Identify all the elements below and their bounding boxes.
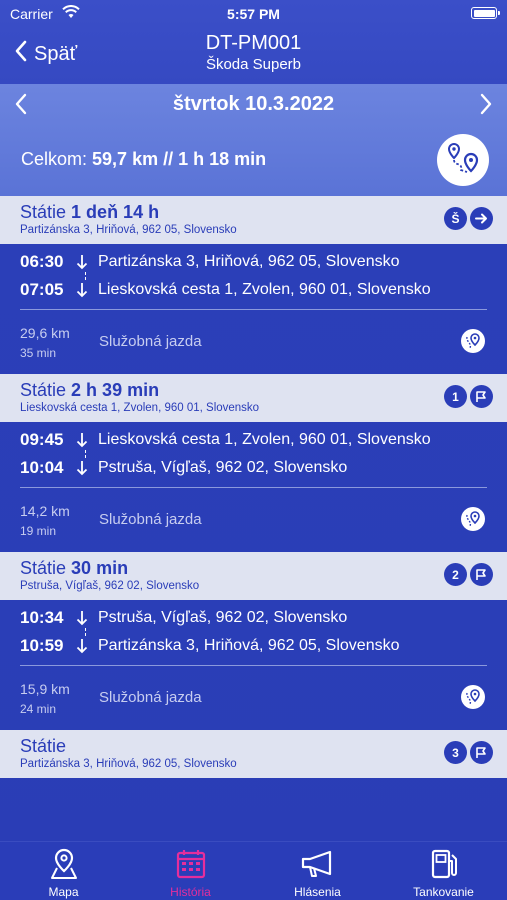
stop-duration: 30 min [71,558,129,578]
date-header: štvrtok 10.3.2022 Celkom: 59,7 km // 1 h… [0,84,507,196]
stop-address: Partizánska 3, Hriňová, 962 05, Slovensk… [20,224,237,236]
trip-start-time: 09:45 [20,430,64,449]
stop-address: Lieskovská cesta 1, Zvolen, 960 01, Slov… [20,402,260,414]
arrow-down-icon [76,282,98,298]
route-connector [85,272,86,280]
day-total: Celkom: 59,7 km // 1 h 18 min [21,149,266,170]
stop-badges: 3 [444,741,493,764]
tab-label: Mapa [48,885,79,899]
trip-distance: 14,2 km [20,503,70,519]
stop-address: Pstruša, Vígľaš, 962 02, Slovensko [20,580,200,592]
vehicle-id: DT-PM001 [205,32,302,54]
trip-map-button[interactable] [461,507,485,531]
stop-badges: 2 [444,563,493,586]
tab-bar: Mapa História Hlásenia Tankovanie [0,841,507,900]
trip-type: Služobná jazda [99,333,202,350]
total-value: 59,7 km // 1 h 18 min [92,149,267,169]
stop-number-badge: 2 [444,563,467,586]
stop-label: Státie [20,380,67,400]
total-prefix: Celkom: [21,149,88,169]
trip-start-time: 06:30 [20,252,64,271]
trip-duration: 35 min [20,346,57,360]
trip-map-button[interactable] [461,685,485,709]
tab-historia[interactable]: História [127,848,254,899]
divider [20,665,487,666]
trip-end-time: 07:05 [20,280,64,299]
trip-block[interactable]: 09:45 Lieskovská cesta 1, Zvolen, 960 01… [0,422,507,552]
arrow-down-icon [76,460,98,476]
stop-number-badge: 1 [444,385,467,408]
status-bar: Carrier 5:57 PM [0,0,507,28]
arrow-down-icon [76,432,98,448]
map-pin-icon [0,848,127,880]
trip-type: Služobná jazda [99,511,202,528]
stop-duration: 1 deň 14 h [71,202,160,222]
route-connector [85,628,86,636]
fuel-icon [380,848,507,880]
trip-end-place: Partizánska 3, Hriňová, 962 05, Slovensk… [98,637,400,654]
tab-label: Tankovanie [413,885,474,899]
trip-end-time: 10:04 [20,458,64,477]
tab-hlasenia[interactable]: Hlásenia [254,848,381,899]
start-badge: Š [444,207,467,230]
trip-start-place: Lieskovská cesta 1, Zvolen, 960 01, Slov… [98,431,431,448]
clock: 5:57 PM [227,6,280,22]
trip-duration: 24 min [20,702,57,716]
battery-icon [471,7,500,19]
app-screen: Carrier 5:57 PM Späť DT-PM001 Škoda Supe… [0,0,507,900]
trip-end-time: 10:59 [20,636,64,655]
calendar-icon [127,848,254,880]
stop-label: Státie [20,558,67,578]
arrow-down-icon [76,254,98,270]
trip-end-place: Pstruša, Vígľaš, 962 02, Slovensko [98,459,348,476]
navigation-bar: Späť DT-PM001 Škoda Superb [0,28,507,80]
divider [20,487,487,488]
tab-label: Hlásenia [294,885,341,899]
flag-icon[interactable] [470,741,493,764]
tab-tankovanie[interactable]: Tankovanie [380,848,507,899]
vehicle-titles: DT-PM001 Škoda Superb [0,32,507,73]
route-map-button[interactable] [437,134,489,186]
trip-end-place: Lieskovská cesta 1, Zvolen, 960 01, Slov… [98,281,431,298]
stop-badges: 1 [444,385,493,408]
trip-start-time: 10:34 [20,608,64,627]
stop-row[interactable]: Státie 30 min Pstruša, Vígľaš, 962 02, S… [0,552,507,600]
arrow-right-icon[interactable] [470,207,493,230]
flag-icon[interactable] [470,563,493,586]
megaphone-icon [254,848,381,880]
route-icon [445,140,481,181]
flag-icon[interactable] [470,385,493,408]
stop-row[interactable]: Státie Partizánska 3, Hriňová, 962 05, S… [0,730,507,778]
stop-label: Státie [20,736,67,756]
divider [20,309,487,310]
tab-mapa[interactable]: Mapa [0,848,127,899]
trip-start-place: Pstruša, Vígľaš, 962 02, Slovensko [98,609,348,626]
trip-duration: 19 min [20,524,57,538]
stop-row[interactable]: Státie 2 h 39 min Lieskovská cesta 1, Zv… [0,374,507,422]
trip-distance: 15,9 km [20,681,70,697]
trip-type: Služobná jazda [99,689,202,706]
stop-badges: Š [444,207,493,230]
selected-date: štvrtok 10.3.2022 [172,93,335,115]
tab-label: História [170,885,211,899]
stop-row[interactable]: Státie 1 deň 14 h Partizánska 3, Hriňová… [0,196,507,244]
arrow-down-icon [76,638,98,654]
trip-distance: 29,6 km [20,325,70,341]
stop-duration: 2 h 39 min [71,380,160,400]
stop-number-badge: 3 [444,741,467,764]
stop-label: Státie [20,202,67,222]
arrow-down-icon [76,610,98,626]
trip-start-place: Partizánska 3, Hriňová, 962 05, Slovensk… [98,253,400,270]
stop-address: Partizánska 3, Hriňová, 962 05, Slovensk… [20,758,237,770]
trip-block[interactable]: 10:34 Pstruša, Vígľaš, 962 02, Slovensko… [0,600,507,730]
trip-block[interactable]: 06:30 Partizánska 3, Hriňová, 962 05, Sl… [0,244,507,374]
route-connector [85,450,86,458]
trip-map-button[interactable] [461,329,485,353]
next-day-button[interactable] [479,93,493,120]
vehicle-model: Škoda Superb [205,56,302,73]
